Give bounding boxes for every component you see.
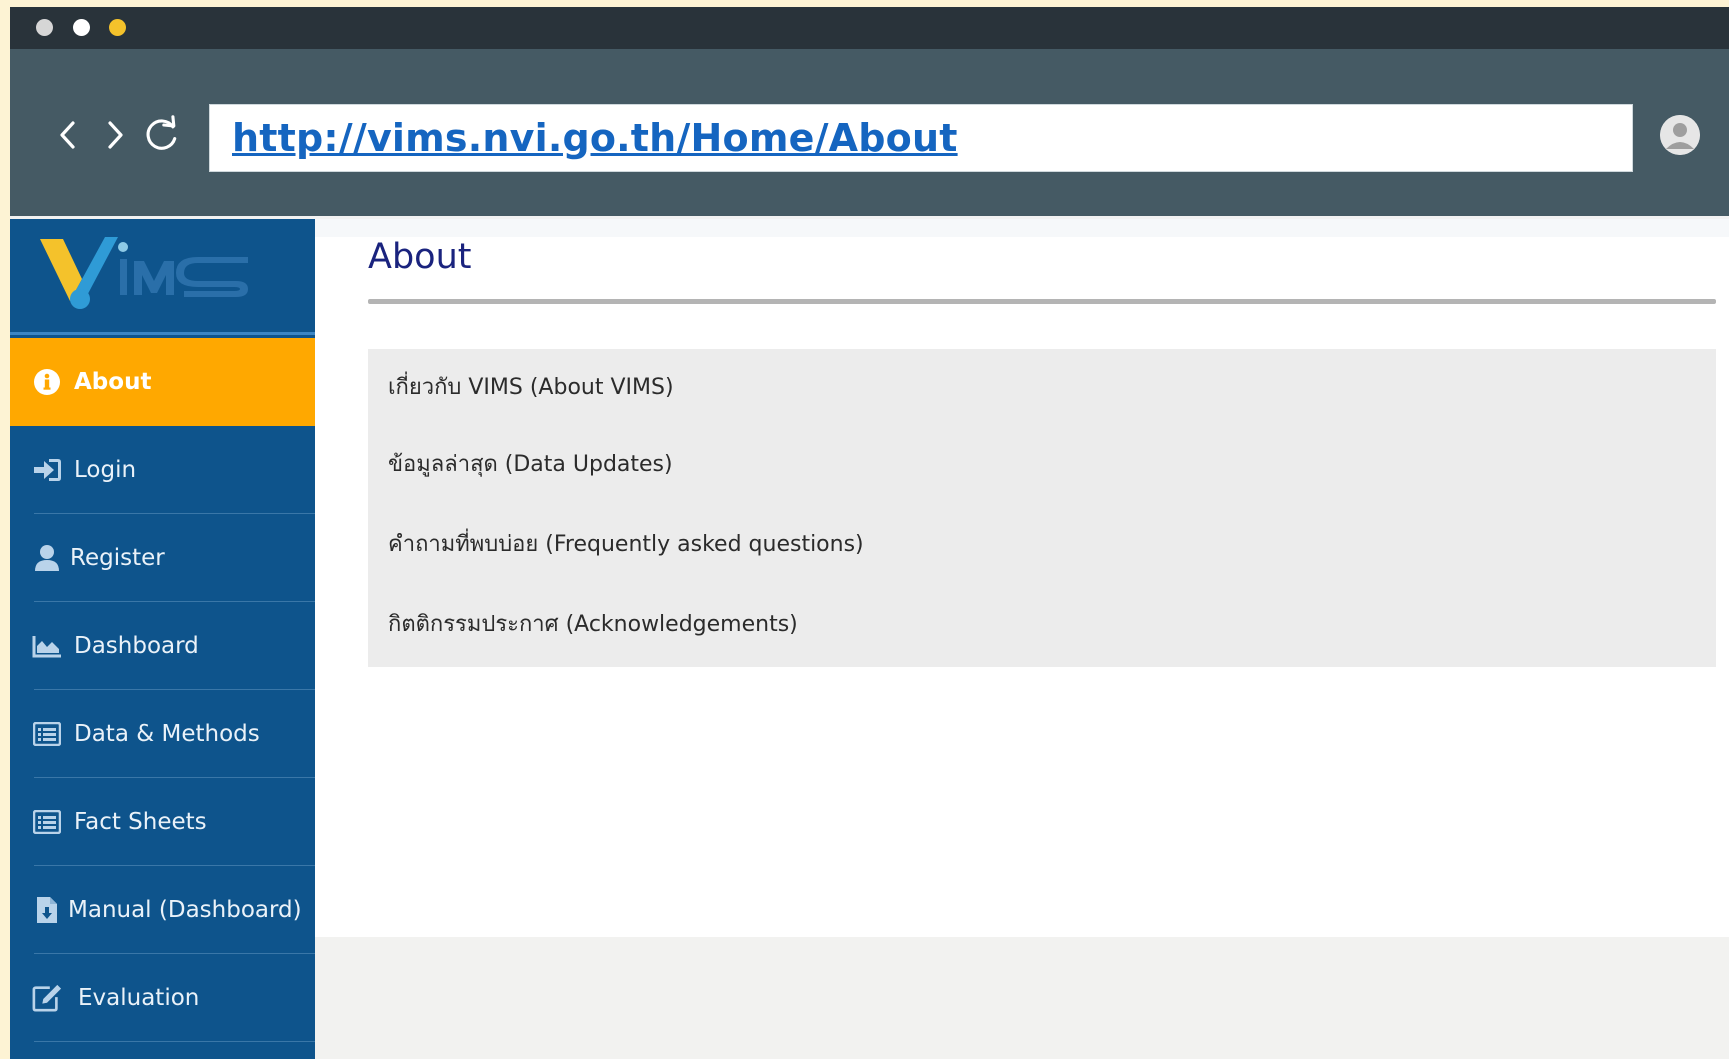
address-bar[interactable]: http://vims.nvi.go.th/Home/About (209, 104, 1633, 172)
list-icon (32, 719, 62, 749)
sidebar-item-manual-dashboard[interactable]: Manual (Dashboard) (10, 866, 315, 954)
browser-window: http://vims.nvi.go.th/Home/About About L… (10, 7, 1729, 1059)
sidebar-item-label: Fact Sheets (74, 809, 207, 835)
sidebar-item-register[interactable]: Register (10, 514, 315, 602)
chevron-left-icon (60, 121, 75, 149)
url-text[interactable]: http://vims.nvi.go.th/Home/About (232, 116, 958, 160)
link-data-updates[interactable]: ข้อมูลล่าสุด (Data Updates) (368, 423, 1716, 503)
sidebar-item-evaluation[interactable]: Evaluation (10, 954, 315, 1042)
vims-logo-mark (40, 237, 248, 309)
sidebar-item-label: Evaluation (78, 985, 200, 1011)
reload-icon (146, 115, 177, 150)
page-title: About (368, 237, 472, 277)
sidebar-item-label: Dashboard (74, 633, 199, 659)
sidebar-item-about[interactable]: About (10, 338, 315, 426)
window-titlebar (10, 7, 1729, 49)
main-content: About เกี่ยวกับ VIMS (About VIMS) ข้อมูล… (315, 219, 1729, 937)
sidebar-item-label: Login (74, 457, 137, 483)
edit-icon (32, 983, 62, 1013)
link-acknowledgements[interactable]: กิตติกรรมประกาศ (Acknowledgements) (368, 583, 1716, 663)
user-icon (32, 543, 62, 573)
title-divider (368, 299, 1716, 304)
area-chart-icon (32, 631, 62, 661)
sign-in-icon (32, 455, 62, 485)
sidebar-item-label: About (74, 369, 152, 395)
sidebar-item-fact-sheets[interactable]: Fact Sheets (10, 778, 315, 866)
sidebar-item-login[interactable]: Login (10, 426, 315, 514)
window-maximize-dot[interactable] (109, 19, 126, 36)
sidebar-item-label: Manual (Dashboard) (68, 897, 302, 923)
link-about-vims[interactable]: เกี่ยวกับ VIMS (About VIMS) (368, 349, 1716, 423)
content-top-stripe (315, 219, 1729, 237)
browser-toolbar: http://vims.nvi.go.th/Home/About (10, 49, 1729, 216)
file-download-icon (32, 895, 62, 925)
sidebar-item-label: Register (70, 545, 165, 571)
link-faq[interactable]: คำถามที่พบบ่อย (Frequently asked questio… (368, 503, 1716, 583)
sidebar-menu: About Login Register Dashboard Data & Me… (10, 338, 315, 1042)
sidebar-item-label: Data & Methods (74, 721, 260, 747)
info-icon (32, 367, 62, 397)
window-minimize-dot[interactable] (73, 19, 90, 36)
vims-logo[interactable] (10, 219, 315, 335)
forward-button[interactable] (95, 112, 135, 158)
sidebar-item-dashboard[interactable]: Dashboard (10, 602, 315, 690)
about-link-list: เกี่ยวกับ VIMS (About VIMS) ข้อมูลล่าสุด… (368, 349, 1716, 667)
sidebar: About Login Register Dashboard Data & Me… (10, 219, 315, 1059)
page-footer-area (315, 937, 1729, 1059)
window-close-dot[interactable] (36, 19, 53, 36)
sidebar-item-data-methods[interactable]: Data & Methods (10, 690, 315, 778)
profile-button[interactable] (1660, 115, 1700, 155)
user-avatar-icon (1660, 115, 1700, 155)
chevron-right-icon (108, 121, 123, 149)
list-icon (32, 807, 62, 837)
reload-button[interactable] (142, 112, 182, 158)
back-button[interactable] (48, 112, 88, 158)
